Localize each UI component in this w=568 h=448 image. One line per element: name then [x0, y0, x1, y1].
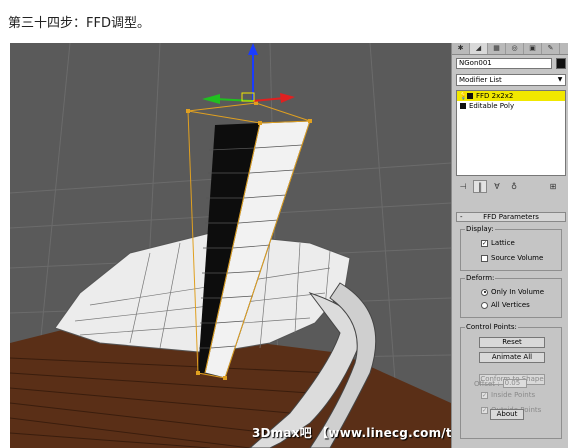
- only-in-volume-radio[interactable]: Only In Volume: [481, 288, 544, 296]
- modifier-stack: 💡 FFD 2x2x2 Editable Poly: [456, 90, 566, 176]
- offset-label: Offset :: [474, 379, 500, 388]
- create-icon[interactable]: ✱: [452, 43, 470, 54]
- inside-points-label: Inside Points: [491, 391, 536, 399]
- animate-all-button[interactable]: Animate All: [479, 352, 545, 363]
- viewport-scene: [10, 43, 451, 448]
- radio-unselected-icon: [481, 301, 488, 309]
- object-name-field[interactable]: NGon001: [456, 58, 552, 69]
- expand-toggle-icon[interactable]: [460, 103, 466, 109]
- stack-item-label: FFD 2x2x2: [476, 92, 514, 100]
- reset-button[interactable]: Reset: [479, 337, 545, 348]
- checkbox-unchecked-icon: [481, 254, 488, 262]
- modifier-list-dropdown[interactable]: Modifier List ▼: [456, 74, 566, 86]
- lightbulb-icon[interactable]: 💡: [459, 91, 468, 101]
- chevron-down-icon: ▼: [557, 76, 563, 83]
- offset-spinner[interactable]: 0.05: [502, 379, 527, 388]
- expand-toggle-icon[interactable]: [467, 93, 473, 99]
- lattice-label: Lattice: [491, 239, 515, 247]
- offset-control: Offset : 0.05: [474, 379, 527, 388]
- utilities-icon[interactable]: ✎: [542, 43, 560, 54]
- command-panel: ✱ ◢ ▦ ◎ ▣ ✎ NGon001 Modifier List ▼ 💡 FF…: [451, 43, 568, 448]
- command-panel-tabs: ✱ ◢ ▦ ◎ ▣ ✎: [452, 43, 568, 55]
- stack-item-ffd[interactable]: 💡 FFD 2x2x2: [457, 91, 565, 101]
- deform-group: Deform: Only In Volume All Vertices: [460, 274, 562, 318]
- inside-points-checkbox[interactable]: ✓ Inside Points: [481, 391, 535, 399]
- radio-selected-icon: [481, 288, 488, 296]
- 3d-viewport[interactable]: [10, 43, 451, 448]
- source-volume-checkbox[interactable]: Source Volume: [481, 254, 543, 262]
- display-group-label: Display:: [465, 225, 495, 233]
- remove-modifier-icon[interactable]: ♁: [507, 180, 521, 193]
- all-vertices-label: All Vertices: [491, 301, 530, 309]
- checkbox-checked-icon: ✓: [481, 239, 488, 247]
- deform-group-label: Deform:: [465, 274, 496, 282]
- pin-stack-icon[interactable]: ⊣: [456, 180, 470, 193]
- hierarchy-icon[interactable]: ▦: [488, 43, 506, 54]
- control-points-group-label: Control Points:: [465, 323, 518, 331]
- display-group: Display: ✓ Lattice Source Volume: [460, 225, 562, 271]
- configure-sets-icon[interactable]: ⊞: [546, 180, 560, 193]
- lattice-checkbox[interactable]: ✓ Lattice: [481, 239, 515, 247]
- source-volume-label: Source Volume: [491, 254, 544, 262]
- step-caption: 第三十四步：FFD调型。: [8, 16, 150, 31]
- modify-icon[interactable]: ◢: [470, 43, 488, 54]
- ffd-parameters-rollout-header[interactable]: - FFD Parameters: [456, 212, 566, 222]
- display-icon[interactable]: ▣: [524, 43, 542, 54]
- stack-item-editable-poly[interactable]: Editable Poly: [457, 101, 565, 111]
- rollout-title: FFD Parameters: [483, 213, 539, 221]
- stack-toolbar: ⊣ ║ ∀ ♁ ⊞: [456, 180, 566, 194]
- show-end-result-icon[interactable]: ║: [473, 180, 487, 193]
- stack-item-label: Editable Poly: [469, 102, 515, 110]
- motion-icon[interactable]: ◎: [506, 43, 524, 54]
- only-in-volume-label: Only In Volume: [491, 288, 545, 296]
- checkbox-checked-icon: ✓: [481, 406, 488, 414]
- make-unique-icon[interactable]: ∀: [490, 180, 504, 193]
- about-button[interactable]: About: [490, 409, 524, 420]
- move-gizmo[interactable]: [202, 43, 295, 104]
- modifier-list-label: Modifier List: [459, 76, 502, 84]
- checkbox-checked-icon: ✓: [481, 391, 488, 399]
- all-vertices-radio[interactable]: All Vertices: [481, 301, 530, 309]
- object-color-swatch[interactable]: [556, 58, 566, 69]
